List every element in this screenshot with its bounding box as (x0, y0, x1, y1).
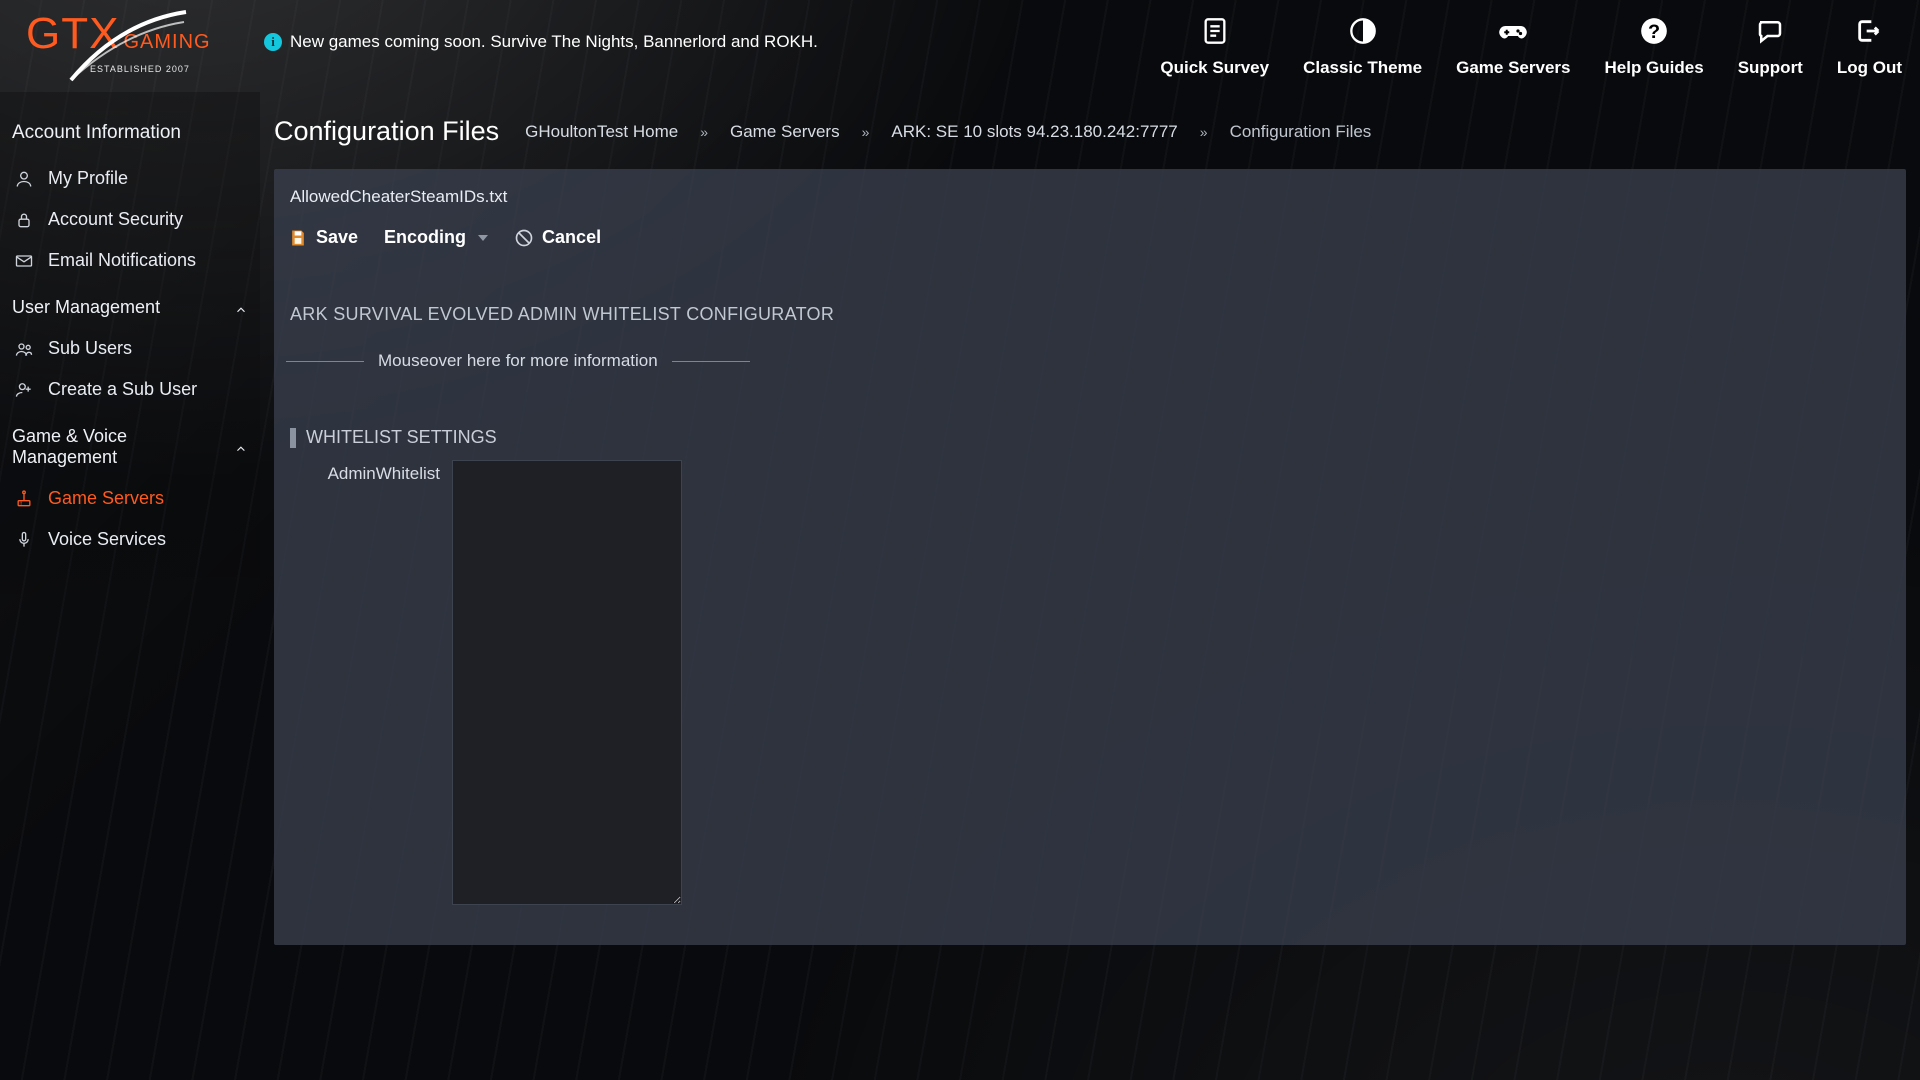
crumb-game-servers[interactable]: Game Servers (730, 122, 840, 142)
chat-icon (1755, 16, 1785, 46)
divider-line (286, 361, 364, 362)
sidebar-group-label: Game & Voice Management (12, 426, 234, 468)
encoding-dropdown[interactable]: Encoding (384, 227, 488, 248)
crumb-current: Configuration Files (1230, 122, 1372, 142)
top-nav: Quick Survey Classic Theme Game Servers … (1160, 10, 1902, 78)
whitelist-section: WHITELIST SETTINGS AdminWhitelist (290, 427, 1906, 905)
news-ticker: i New games coming soon. Survive The Nig… (264, 32, 818, 52)
sidebar-item-label: My Profile (48, 168, 128, 189)
hint-text: Mouseover here for more information (378, 351, 658, 371)
sidebar-heading-account: Account Information (0, 122, 260, 158)
user-plus-icon (14, 380, 34, 400)
save-label: Save (316, 227, 358, 248)
sidebar-item-label: Account Security (48, 209, 183, 230)
sidebar-group-label: User Management (12, 297, 160, 318)
sidebar-item-label: Game Servers (48, 488, 164, 509)
survey-icon (1200, 16, 1230, 46)
save-icon (288, 228, 308, 248)
sidebar-item-game-servers[interactable]: Game Servers (0, 478, 260, 519)
nav-label: Log Out (1837, 58, 1902, 78)
sidebar-item-sub-users[interactable]: Sub Users (0, 328, 260, 369)
nav-label: Support (1738, 58, 1803, 78)
configurator-title: ARK SURVIVAL EVOLVED ADMIN WHITELIST CON… (274, 264, 1906, 337)
user-icon (14, 169, 34, 189)
encoding-label: Encoding (384, 227, 466, 248)
editor-panel: AllowedCheaterSteamIDs.txt Save Encoding (274, 169, 1906, 945)
sidebar-item-label: Voice Services (48, 529, 166, 550)
field-label: AdminWhitelist (290, 460, 440, 484)
main-content: Configuration Files GHoultonTest Home » … (260, 92, 1920, 1080)
page-title: Configuration Files (274, 116, 499, 147)
mail-icon (14, 251, 34, 271)
nav-classic-theme[interactable]: Classic Theme (1303, 16, 1422, 78)
cancel-icon (514, 228, 534, 248)
section-bar-icon (290, 428, 296, 448)
sidebar-item-label: Sub Users (48, 338, 132, 359)
chevron-up-icon (234, 301, 248, 315)
info-icon: i (264, 33, 282, 51)
editor-filename: AllowedCheaterSteamIDs.txt (274, 169, 1906, 221)
section-heading: WHITELIST SETTINGS (290, 427, 1906, 448)
sidebar: Account Information My Profile Account S… (0, 92, 260, 1080)
logo-established: ESTABLISHED 2007 (90, 64, 190, 74)
sidebar-item-email[interactable]: Email Notifications (0, 240, 260, 281)
divider-line (672, 361, 750, 362)
section-title: WHITELIST SETTINGS (306, 427, 497, 448)
cancel-button[interactable]: Cancel (514, 227, 601, 248)
mic-icon (14, 530, 34, 550)
save-button[interactable]: Save (288, 227, 358, 248)
svg-text:?: ? (1648, 21, 1660, 43)
breadcrumb-separator-icon: » (700, 124, 708, 140)
cancel-label: Cancel (542, 227, 601, 248)
nav-game-servers[interactable]: Game Servers (1456, 16, 1570, 78)
help-icon: ? (1639, 16, 1669, 46)
sidebar-item-voice-services[interactable]: Voice Services (0, 519, 260, 560)
crumb-server-instance[interactable]: ARK: SE 10 slots 94.23.180.242:7777 (891, 122, 1177, 142)
sidebar-item-create-sub-user[interactable]: Create a Sub User (0, 369, 260, 410)
hint-row[interactable]: Mouseover here for more information (274, 337, 1906, 371)
nav-label: Classic Theme (1303, 58, 1422, 78)
news-text: New games coming soon. Survive The Night… (290, 32, 818, 52)
breadcrumb: Configuration Files GHoultonTest Home » … (274, 116, 1906, 147)
gamepad-icon (1498, 16, 1528, 46)
nav-label: Quick Survey (1160, 58, 1269, 78)
editor-toolbar: Save Encoding Cancel (274, 221, 1906, 264)
header-bar: GTXGAMING ESTABLISHED 2007 i New games c… (0, 0, 1920, 92)
lock-icon (14, 210, 34, 230)
caret-down-icon (478, 235, 488, 241)
nav-log-out[interactable]: Log Out (1837, 16, 1902, 78)
sidebar-item-profile[interactable]: My Profile (0, 158, 260, 199)
brand-logo[interactable]: GTXGAMING ESTABLISHED 2007 (26, 14, 216, 92)
crumb-home[interactable]: GHoultonTest Home (525, 122, 678, 142)
logo-swoosh-icon (66, 8, 216, 88)
nav-quick-survey[interactable]: Quick Survey (1160, 16, 1269, 78)
logout-icon (1854, 16, 1884, 46)
nav-label: Game Servers (1456, 58, 1570, 78)
breadcrumb-separator-icon: » (1200, 124, 1208, 140)
sidebar-group-game-management[interactable]: Game & Voice Management (0, 410, 260, 478)
nav-help-guides[interactable]: ? Help Guides (1605, 16, 1704, 78)
sidebar-item-label: Email Notifications (48, 250, 196, 271)
admin-whitelist-textarea[interactable] (452, 460, 682, 905)
form-row-admin-whitelist: AdminWhitelist (290, 460, 1906, 905)
breadcrumb-separator-icon: » (862, 124, 870, 140)
sidebar-item-security[interactable]: Account Security (0, 199, 260, 240)
nav-support[interactable]: Support (1738, 16, 1803, 78)
nav-label: Help Guides (1605, 58, 1704, 78)
contrast-icon (1348, 16, 1378, 46)
chevron-up-icon (234, 440, 248, 454)
users-icon (14, 339, 34, 359)
sidebar-item-label: Create a Sub User (48, 379, 197, 400)
sidebar-group-user-management[interactable]: User Management (0, 281, 260, 328)
server-icon (14, 489, 34, 509)
